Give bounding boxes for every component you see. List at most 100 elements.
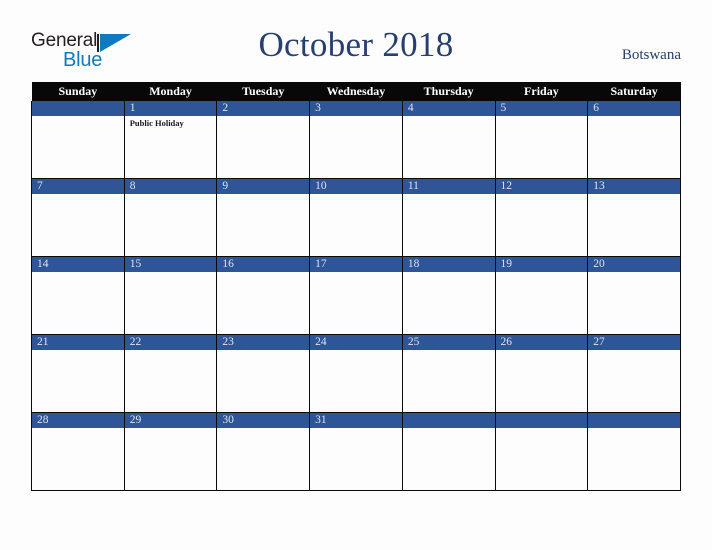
calendar-empty-cell	[494, 412, 589, 491]
day-events	[496, 194, 588, 196]
calendar-day-cell[interactable]: 18	[401, 256, 496, 335]
day-number: 28	[32, 413, 124, 428]
weekday-header-sunday: Sunday	[31, 82, 125, 101]
calendar-day-cell[interactable]: 27	[587, 334, 681, 413]
day-number: 25	[402, 335, 495, 350]
day-number: 15	[124, 257, 217, 272]
day-events	[496, 350, 588, 352]
calendar-day-cell[interactable]: 15	[123, 256, 218, 335]
day-number: 31	[310, 413, 402, 428]
calendar-day-cell[interactable]: 29	[123, 412, 218, 491]
calendar-day-cell[interactable]: 12	[494, 178, 589, 257]
weekday-header-wednesday: Wednesday	[309, 82, 403, 101]
day-events	[217, 194, 309, 196]
day-number: 7	[32, 179, 124, 194]
calendar-day-cell[interactable]: 5	[494, 101, 589, 179]
calendar-day-cell[interactable]: 28	[31, 412, 125, 491]
day-events	[403, 350, 495, 352]
day-events	[32, 116, 124, 118]
weekday-header-tuesday: Tuesday	[216, 82, 310, 101]
calendar-day-cell[interactable]: 16	[216, 256, 311, 335]
day-number: 18	[402, 257, 495, 272]
day-number: 1	[124, 101, 217, 116]
calendar-day-cell[interactable]: 4	[401, 101, 496, 179]
day-events	[310, 428, 402, 430]
day-number: 6	[588, 101, 680, 116]
calendar-day-cell[interactable]: 3	[309, 101, 403, 179]
calendar-day-cell[interactable]: 14	[31, 256, 125, 335]
calendar-day-cell[interactable]: 10	[309, 178, 403, 257]
day-number: 22	[124, 335, 217, 350]
day-number: 26	[495, 335, 588, 350]
day-events	[496, 272, 588, 274]
calendar-day-cell[interactable]: 9	[216, 178, 311, 257]
calendar-day-cell[interactable]: 11	[401, 178, 496, 257]
calendar-day-cell[interactable]: 21	[31, 334, 125, 413]
day-events	[588, 350, 680, 352]
calendar-empty-cell	[31, 101, 125, 179]
calendar-day-cell[interactable]: 6	[587, 101, 681, 179]
calendar-day-cell[interactable]: 17	[309, 256, 403, 335]
day-number	[588, 413, 680, 428]
calendar-page: General Blue October 2018 Botswana Sunda…	[0, 0, 712, 550]
calendar-grid: Sunday Monday Tuesday Wednesday Thursday…	[31, 82, 681, 491]
weekday-header-monday: Monday	[124, 82, 217, 101]
calendar-week-row: 1 Public Holiday 2 3 4 5 6	[31, 101, 681, 179]
day-number: 20	[588, 257, 680, 272]
day-number	[32, 101, 124, 116]
calendar-day-cell[interactable]: 1 Public Holiday	[123, 101, 218, 179]
calendar-day-cell[interactable]: 2	[216, 101, 311, 179]
day-events	[32, 194, 124, 196]
day-events	[217, 116, 309, 118]
calendar-day-cell[interactable]: 25	[401, 334, 496, 413]
day-number: 24	[310, 335, 402, 350]
day-events	[403, 116, 495, 118]
weekday-header-saturday: Saturday	[587, 82, 681, 101]
day-events	[496, 116, 588, 118]
day-events	[310, 350, 402, 352]
calendar-day-cell[interactable]: 13	[587, 178, 681, 257]
day-number: 30	[217, 413, 310, 428]
day-events	[310, 272, 402, 274]
calendar-day-cell[interactable]: 8	[123, 178, 218, 257]
day-events	[125, 350, 217, 352]
calendar-day-cell[interactable]: 7	[31, 178, 125, 257]
calendar-day-cell[interactable]: 22	[123, 334, 218, 413]
day-number: 16	[217, 257, 310, 272]
day-events	[32, 272, 124, 274]
calendar-day-cell[interactable]: 31	[309, 412, 403, 491]
day-events: Public Holiday	[125, 116, 217, 129]
day-number: 14	[32, 257, 124, 272]
calendar-empty-cell	[401, 412, 496, 491]
day-number: 3	[310, 101, 402, 116]
day-events	[588, 194, 680, 196]
day-number	[402, 413, 495, 428]
calendar-day-cell[interactable]: 30	[216, 412, 311, 491]
day-events	[125, 194, 217, 196]
day-number: 19	[495, 257, 588, 272]
day-events	[32, 428, 124, 430]
calendar-week-row: 7 8 9 10 11 12 13	[31, 178, 681, 257]
holiday-label: Public Holiday	[129, 118, 184, 128]
calendar-week-row: 28 29 30 31	[31, 412, 681, 491]
day-events	[588, 116, 680, 118]
day-number: 4	[402, 101, 495, 116]
calendar-day-cell[interactable]: 23	[216, 334, 311, 413]
calendar-day-cell[interactable]: 24	[309, 334, 403, 413]
calendar-week-row: 21 22 23 24 25 26 27	[31, 334, 681, 413]
calendar-day-cell[interactable]: 20	[587, 256, 681, 335]
calendar-day-cell[interactable]: 26	[494, 334, 589, 413]
day-events	[310, 194, 402, 196]
day-number: 21	[32, 335, 124, 350]
day-number: 11	[402, 179, 495, 194]
calendar-day-cell[interactable]: 19	[494, 256, 589, 335]
day-events	[310, 116, 402, 118]
weekday-header-thursday: Thursday	[402, 82, 496, 101]
day-number	[495, 413, 588, 428]
calendar-empty-cell	[587, 412, 681, 491]
day-events	[125, 272, 217, 274]
country-label: Botswana	[621, 47, 681, 63]
page-title: October 2018	[258, 25, 454, 64]
day-number: 29	[124, 413, 217, 428]
day-events	[496, 428, 588, 430]
